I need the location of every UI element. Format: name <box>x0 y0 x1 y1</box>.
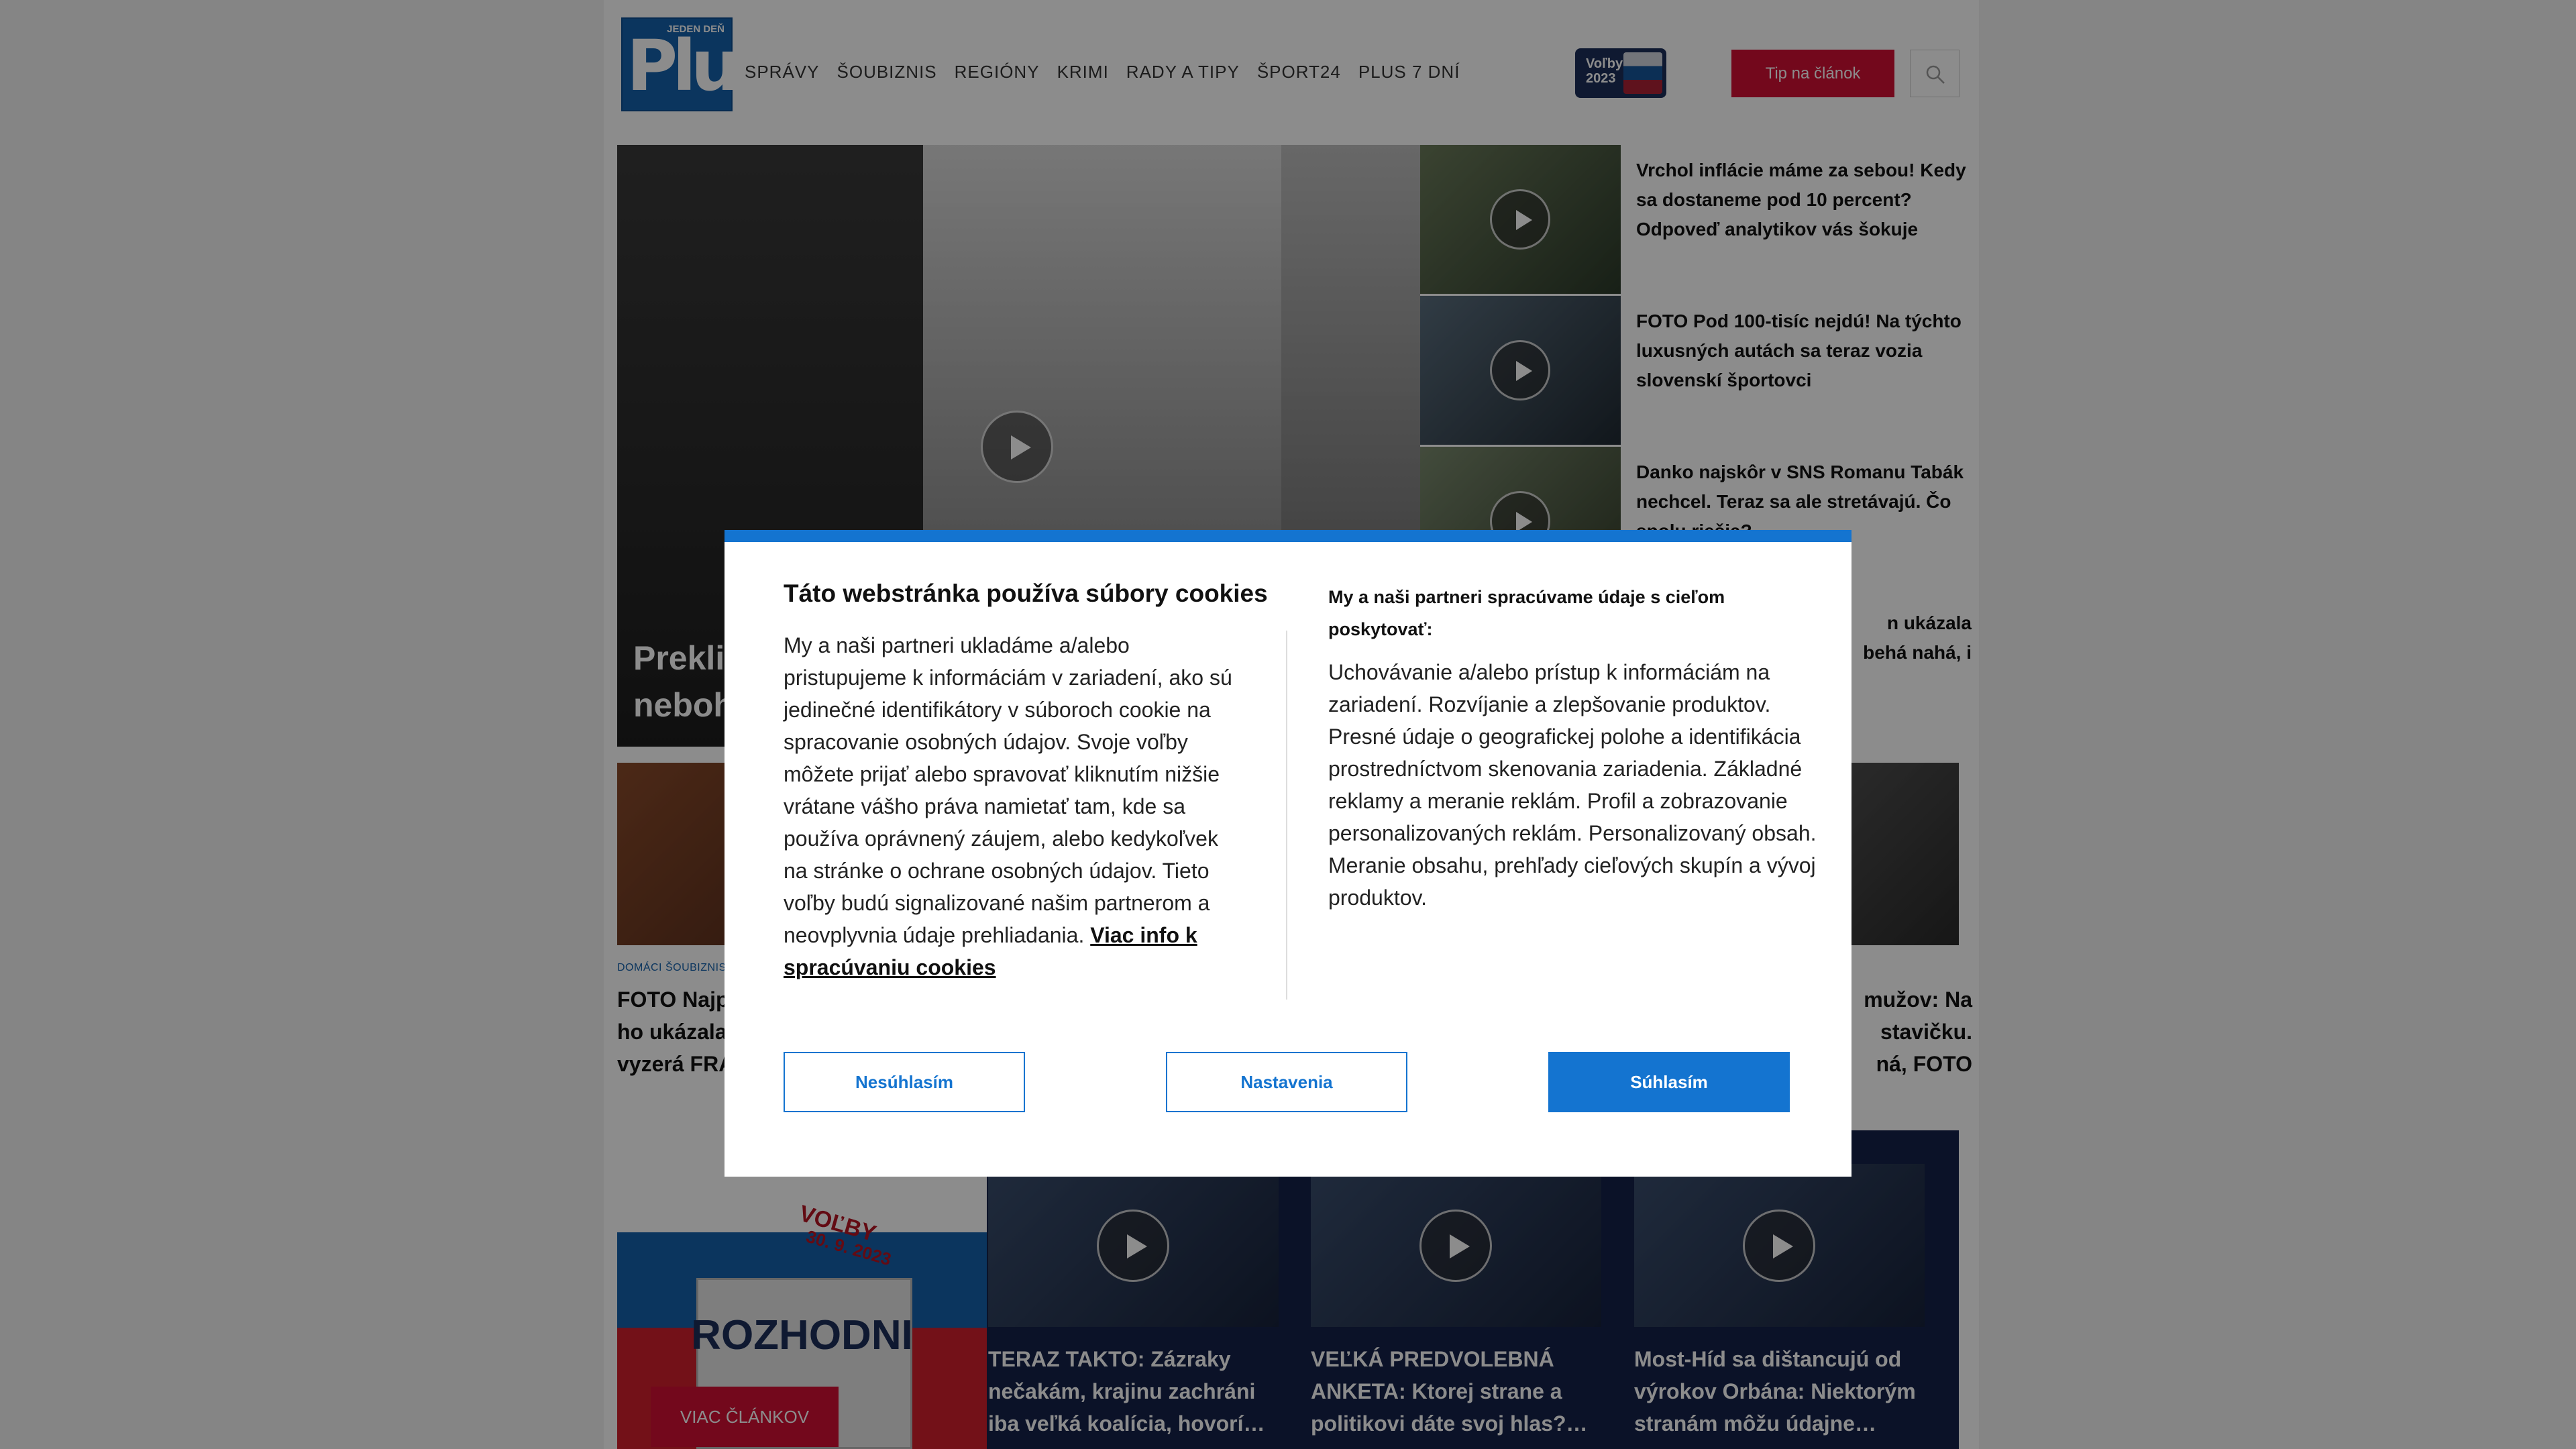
dialog-divider <box>1286 631 1287 1000</box>
cookie-dialog-body: My a naši partneri ukladáme a/alebo pris… <box>784 629 1246 983</box>
cookie-consent-dialog: Táto webstránka používa súbory cookies M… <box>724 530 1851 1177</box>
cookie-purposes-heading: My a naši partneri spracúvame údaje s ci… <box>1328 587 1725 639</box>
settings-button[interactable]: Nastavenia <box>1166 1052 1407 1112</box>
cookie-dialog-title: Táto webstránka používa súbory cookies <box>784 580 1268 607</box>
accept-button[interactable]: Súhlasím <box>1548 1052 1790 1112</box>
cookie-body-text: My a naši partneri ukladáme a/alebo pris… <box>784 633 1232 947</box>
cookie-purposes-list: Uchovávanie a/alebo prístup k informáciá… <box>1328 660 1817 910</box>
reject-button[interactable]: Nesúhlasím <box>784 1052 1025 1112</box>
